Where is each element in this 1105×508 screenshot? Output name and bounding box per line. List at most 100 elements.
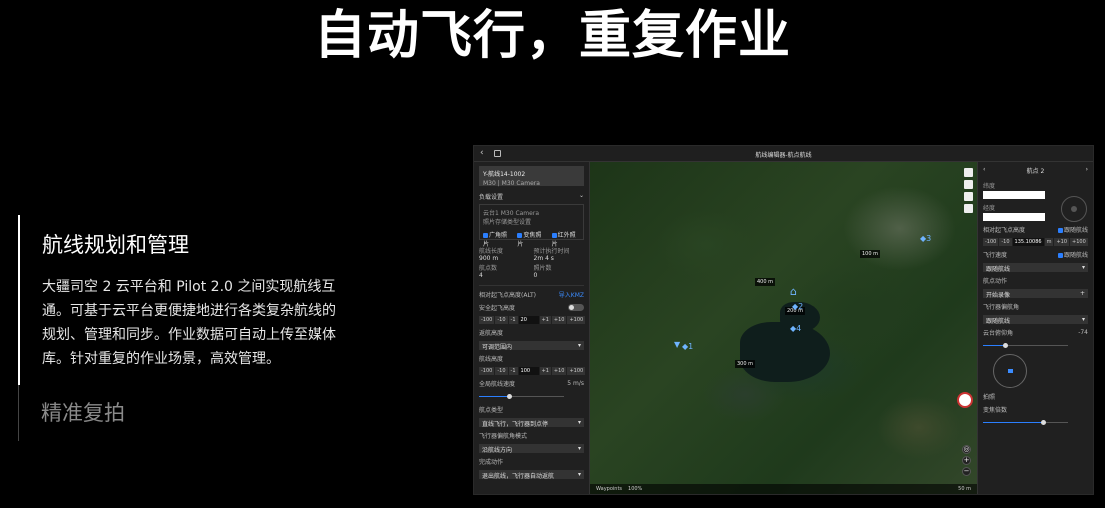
feature-route-planning[interactable]: 航线规划和管理 大疆司空 2 云平台和 Pilot 2.0 之间实现航线互通。可… [18,215,338,385]
search-icon[interactable] [964,168,973,177]
feature-title: 航线规划和管理 [42,233,189,257]
ruler-icon[interactable] [964,192,973,201]
speed-value[interactable]: 5 [567,380,571,387]
zoom-slider[interactable] [983,418,1088,427]
zoom-row: 变焦倍数 [983,407,1008,414]
status-item: Waypoints [596,486,623,492]
gimbal-pitch-slider[interactable] [983,341,1088,350]
add-icon[interactable]: + [1080,290,1085,297]
rp-heading-row: 飞行器偏航角 [983,304,1020,311]
feature-title: 精准复拍 [41,401,125,425]
checkbox-icon [483,233,488,238]
latitude-input[interactable] [983,191,1045,199]
window-title: 航线编辑器-航点航线 [755,152,812,159]
safe-takeoff-stepper[interactable]: -100 -10 -1 20 +1 +10 +100 [479,316,586,324]
lake [740,322,830,382]
locate-icon[interactable]: ◎ [962,445,971,454]
waypoint-header: ‹ 航点 2 › [983,166,1088,175]
payload-section-title: 负载设置 [479,194,504,201]
route-height-stepper[interactable]: -100 -10 -1 100 +1 +10 +100 [479,367,586,375]
left-panel: Y-航线14-1002 M30 | M30 Camera 负载设置 ⌄ 云台1 … [474,162,590,494]
right-panel: ‹ 航点 2 › 纬度 经度 相对起飞点高度 跟随航线 -100 -10 135.1… [977,162,1093,494]
feature-description: 大疆司空 2 云平台和 Pilot 2.0 之间实现航线互通。可基于云平台更便捷… [42,279,336,367]
checkbox-icon [517,233,523,238]
safe-takeoff-toggle[interactable] [568,304,584,311]
prev-waypoint-icon[interactable]: ‹ [983,166,985,175]
route-info[interactable]: Y-航线14-1002 M30 | M30 Camera [479,166,584,187]
waypoint-marker[interactable]: ◆2 [792,302,803,311]
stat: 照片数 0 [533,265,552,279]
camera-settings: 云台1 M30 Camera 照片存储类型设置 广角照片 变焦照片 红外照片 [479,204,584,248]
altitude-mode: 相对起飞点高度(ALT) [479,292,536,299]
zoom-controls: ◎ + − [962,445,971,476]
payload-section-header[interactable]: 负载设置 ⌄ [479,192,584,201]
chevron-down-icon: ▾ [577,471,581,478]
distance-label: 400 m [755,278,776,286]
finish-row: 完成动作 [479,459,504,466]
chevron-down-icon: ▾ [577,445,581,452]
satellite-map[interactable]: 100 m 200 m 300 m 400 m ◆3 ◆2 ◆1 ◆4 ⌂ ▼ … [590,162,977,494]
safe-takeoff-row: 安全起飞高度 [479,303,584,312]
map-scale: 50 m [958,486,971,492]
camera-name: 云台1 M30 Camera [483,210,539,217]
stat: 预计执行时间 2m 4 s [533,248,570,262]
app-topbar: ‹ 航线编辑器-航点航线 [474,146,1093,162]
app-window: ‹ 航线编辑器-航点航线 Y-航线14-1002 M30 | M30 Camer… [473,145,1094,495]
slider-knob [507,394,512,399]
alt-row: 相对起飞点高度 跟随航线 [983,227,1088,234]
rp-speed-select[interactable]: 跟随航线 ▾ [983,263,1088,273]
camera-hint: 照片存储类型设置 [483,219,532,226]
distance-label: 300 m [735,360,756,368]
turn-mode-select[interactable]: 直线飞行，飞行器到点停 ▾ [479,418,584,428]
speed-row: 全局航线速度 5 m/s [479,380,584,388]
zoom-out-icon[interactable]: − [962,467,971,476]
action-select[interactable]: 开始录像 + [983,289,1088,299]
compass-icon[interactable] [957,392,973,408]
takeoff-point-icon[interactable]: ▼ [674,340,680,349]
return-alt-row: 返航高度 [479,330,504,337]
chevron-down-icon: ⌄ [578,192,584,199]
turn-mode-row: 航点类型 [479,407,504,414]
longitude-input[interactable] [983,213,1045,221]
action-row: 航点动作 [983,278,1008,285]
layers-icon[interactable] [964,204,973,213]
map-toolbar [964,168,973,213]
route-name: Y-航线14-1002 [483,171,526,178]
speed-slider[interactable] [479,392,584,401]
next-waypoint-icon[interactable]: › [1086,166,1088,175]
map-status-bar: Waypoints 100% 50 m [590,484,977,494]
rp-heading-select[interactable]: 跟随航线 ▾ [983,315,1088,325]
route-height-row: 航线高度 [479,356,504,363]
feature-list: 航线规划和管理 大疆司空 2 云平台和 Pilot 2.0 之间实现航线互通。可… [18,215,338,441]
altitude-mode-row: 相对起飞点高度(ALT) 导入KMZ [479,290,584,299]
waypoint-marker[interactable]: ◆1 [682,342,693,351]
waypoint-marker[interactable]: ◆4 [790,324,801,333]
chevron-down-icon: ▾ [577,342,581,349]
safe-takeoff-label: 安全起飞高度 [479,305,516,312]
heading-select[interactable]: 沿航线方向 ▾ [479,444,584,454]
waypoint-title: 航点 2 [1026,168,1045,175]
return-alt-select[interactable]: 可调范围内 ▾ [479,341,584,351]
gimbal-pitch-value[interactable]: -74 [1078,329,1088,336]
import-kmz-link[interactable]: 导入KMZ [559,290,584,299]
route-aircraft: M30 | M30 Camera [483,180,540,187]
gimbal-dial[interactable] [993,354,1027,388]
waypoint-marker[interactable]: ◆3 [920,234,931,243]
pin-icon[interactable] [964,180,973,189]
hero-title: 自动飞行，重复作业 [313,6,791,66]
route-stats: 航线长度 900 m 预计执行时间 2m 4 s 航点数 4 照片数 0 [479,246,584,279]
finish-select[interactable]: 退出航线，飞行器自动返航 ▾ [479,470,584,480]
chevron-down-icon: ▾ [577,419,581,426]
alt-stepper[interactable]: -100 -10 135.10086 m +10 +100 [983,238,1088,246]
zoom-in-icon[interactable]: + [962,456,971,465]
stat: 航线长度 900 m [479,248,504,262]
feature-precise-reshoot[interactable]: 精准复拍 [18,385,338,441]
gimbal-pitch-row: 云台俯仰角 -74 [983,329,1088,337]
status-item: 100% [628,486,643,492]
photo-row: 拍照 [983,394,996,401]
checkbox-icon [551,233,557,238]
home-point-icon[interactable]: ⌂ [790,285,797,298]
direction-pad[interactable] [1061,196,1087,222]
stat: 航点数 4 [479,265,498,279]
rp-speed-row: 飞行速度 跟随航线 [983,252,1088,259]
